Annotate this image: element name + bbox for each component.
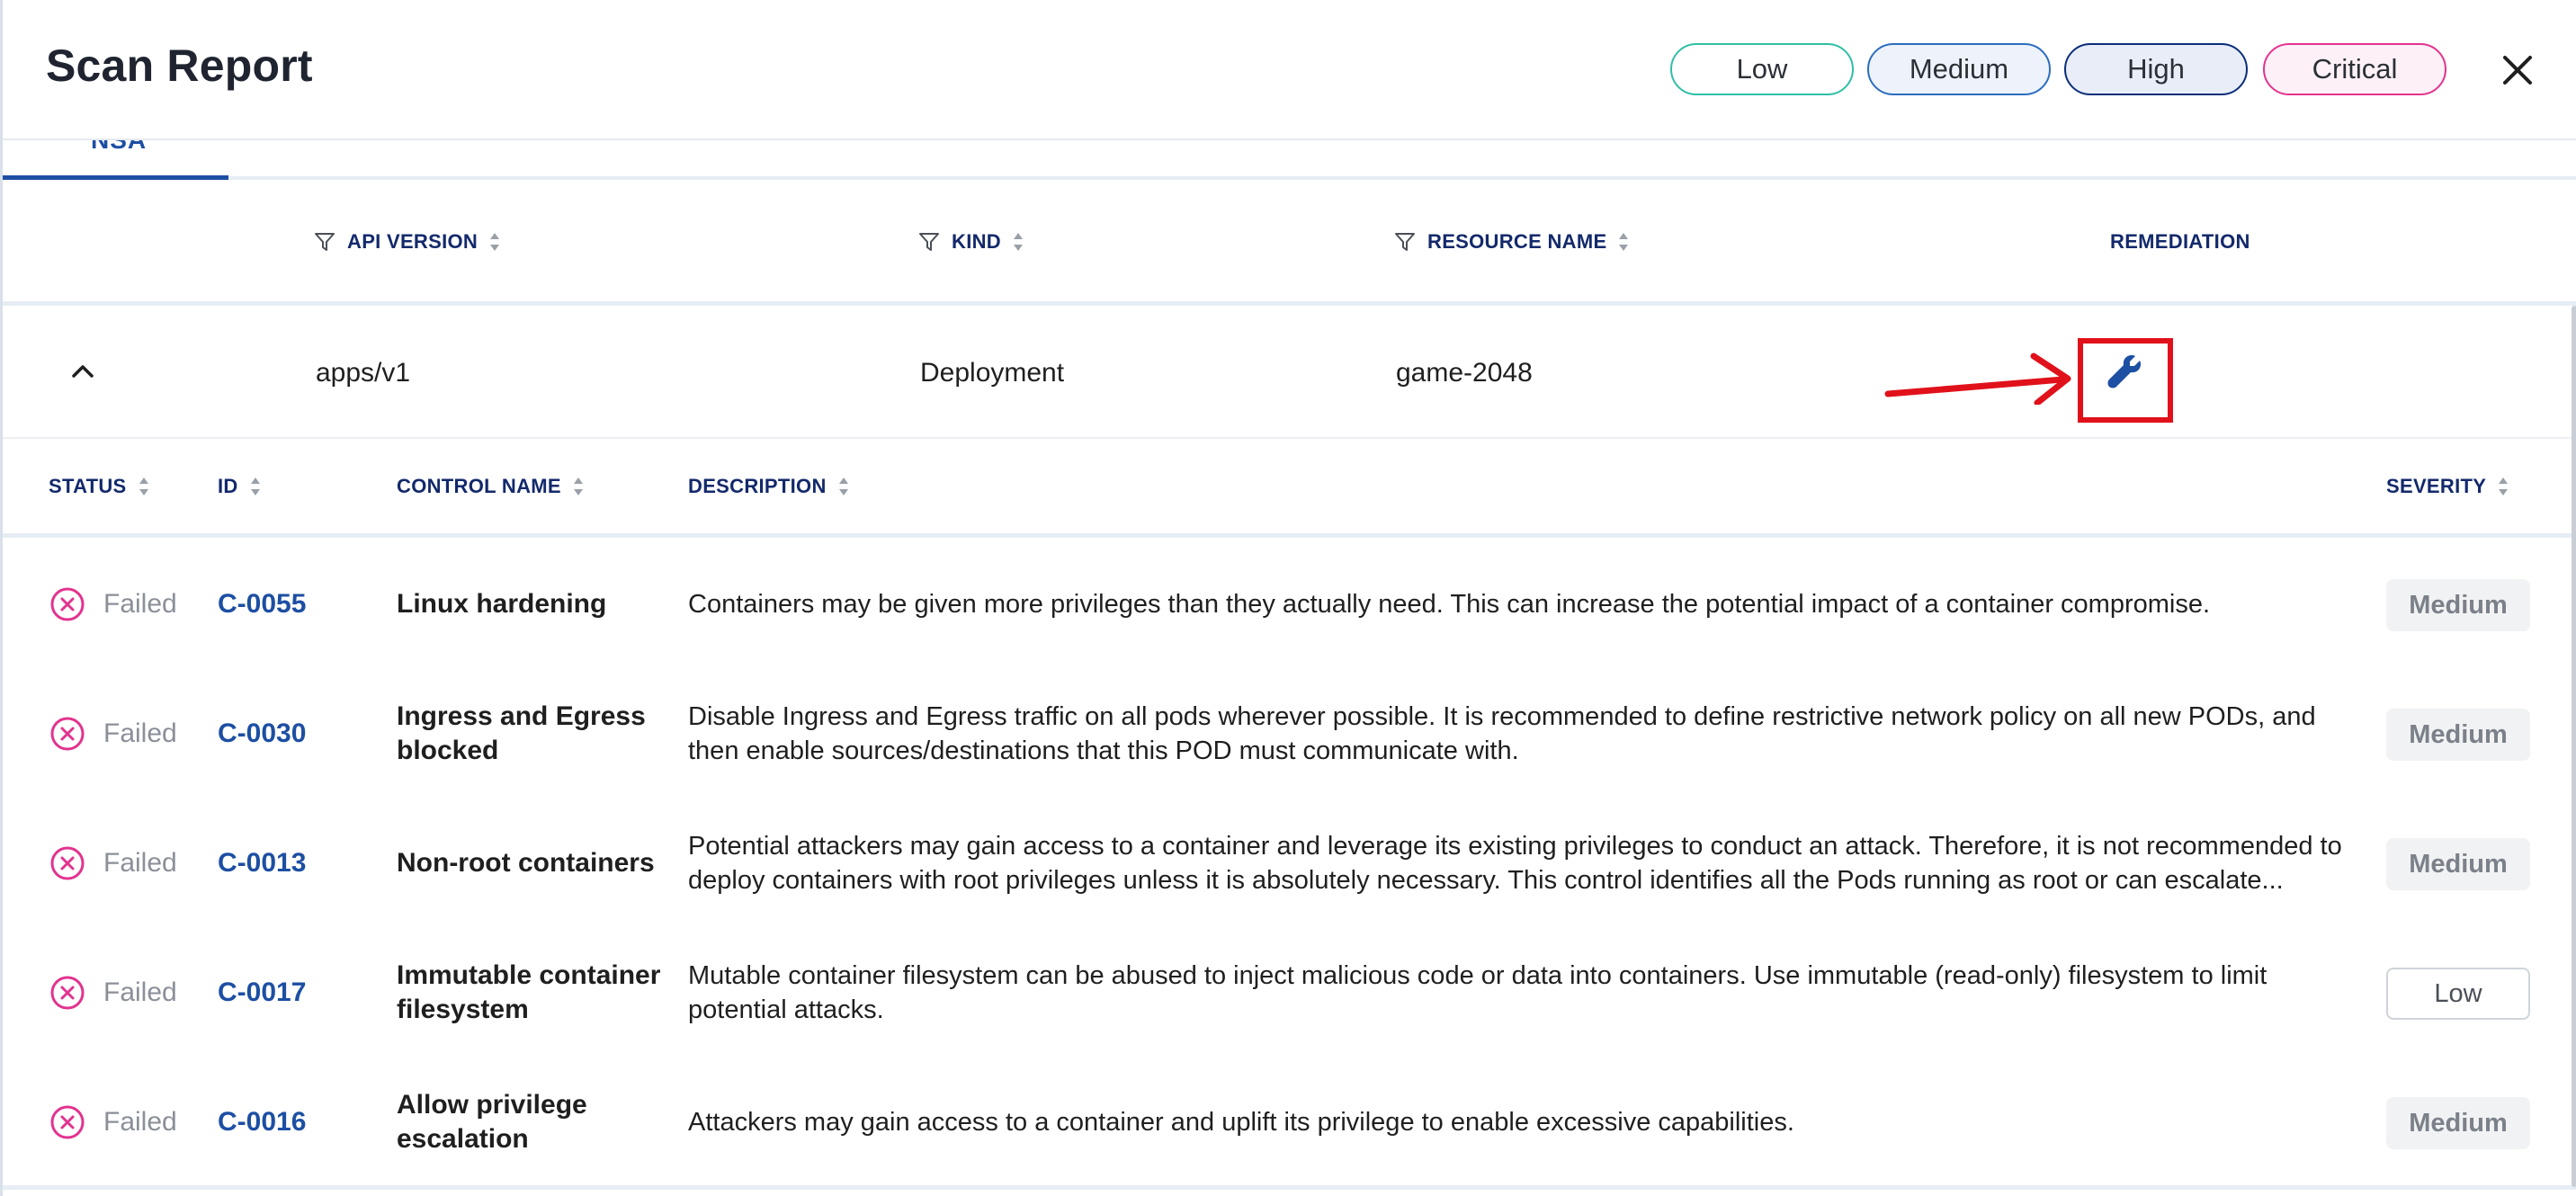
column-kind[interactable]: KIND (917, 230, 1024, 254)
control-name: Allow privilege escalation (397, 1090, 587, 1154)
failed-icon (50, 717, 85, 751)
column-remediation-label: REMEDIATION (2110, 230, 2250, 253)
framework-tabs: NSA (3, 140, 2576, 180)
sort-icon[interactable] (1617, 230, 1630, 254)
control-name: Non-root containers (397, 848, 655, 878)
severity-badge: Medium (2386, 579, 2530, 631)
resource-row[interactable]: apps/v1 Deployment game-2048 (3, 306, 2576, 439)
severity-badge: Medium (2386, 1097, 2530, 1149)
column-severity-label: SEVERITY (2386, 475, 2487, 497)
status-label: Failed (103, 848, 177, 878)
control-description: Attackers may gain access to a container… (688, 1108, 1794, 1137)
failed-icon (50, 846, 85, 880)
filter-icon[interactable] (313, 230, 336, 254)
filter-high-button[interactable]: High (2064, 43, 2248, 95)
filter-medium-button[interactable]: Medium (1867, 43, 2051, 95)
column-resource-name[interactable]: RESOURCE NAME (1393, 230, 1630, 254)
severity-badge: Medium (2386, 709, 2530, 761)
sort-icon[interactable] (837, 475, 850, 498)
annotation-arrow (1884, 353, 2071, 405)
column-description-label: DESCRIPTION (688, 475, 827, 497)
control-description: Mutable container filesystem can be abus… (688, 961, 2267, 1024)
column-remediation: REMEDIATION (2110, 230, 2250, 254)
control-name: Ingress and Egress blocked (397, 701, 646, 765)
status-cell: Failed (49, 540, 177, 669)
control-name: Immutable container filesystem (397, 960, 661, 1024)
status-cell: Failed (49, 1058, 177, 1187)
column-control-name[interactable]: CONTROL NAME (397, 475, 585, 498)
kind-cell: Deployment (920, 358, 1065, 388)
column-resource-name-label: RESOURCE NAME (1427, 230, 1607, 253)
api-version-cell: apps/v1 (316, 358, 411, 388)
status-label: Failed (103, 718, 177, 748)
column-kind-label: KIND (952, 230, 1001, 253)
failed-icon (50, 1105, 85, 1139)
column-api-version[interactable]: API VERSION (313, 230, 501, 254)
filter-critical-button[interactable]: Critical (2263, 43, 2446, 95)
tab-nsa[interactable]: NSA (3, 140, 228, 180)
table-row[interactable]: Failed C-0017 Immutable container filesy… (3, 928, 2576, 1058)
sort-icon[interactable] (572, 475, 585, 498)
column-id[interactable]: ID (218, 475, 262, 498)
vertical-scrollbar[interactable] (2572, 306, 2576, 1187)
status-cell: Failed (49, 799, 177, 928)
control-name: Linux hardening (397, 589, 607, 619)
sort-icon[interactable] (1012, 230, 1024, 254)
table-bottom-divider (3, 1185, 2576, 1190)
control-id-link[interactable]: C-0017 (218, 928, 306, 1058)
column-control-name-label: CONTROL NAME (397, 475, 561, 497)
control-description: Containers may be given more privileges … (688, 590, 2211, 619)
sort-icon[interactable] (2497, 475, 2509, 498)
control-id-link[interactable]: C-0055 (218, 540, 306, 669)
filter-icon[interactable] (1393, 230, 1417, 254)
column-description[interactable]: DESCRIPTION (688, 475, 850, 498)
table-row[interactable]: Failed C-0016 Allow privilege escalation… (3, 1058, 2576, 1187)
status-label: Failed (103, 589, 177, 619)
control-description: Potential attackers may gain access to a… (688, 832, 2342, 895)
page-title: Scan Report (46, 40, 313, 91)
report-header: Scan Report Low Medium High Critical (3, 0, 2576, 140)
table-row[interactable]: Failed C-0013 Non-root containers Potent… (3, 799, 2576, 928)
status-cell: Failed (49, 669, 177, 799)
column-status-label: STATUS (49, 475, 127, 497)
sort-icon[interactable] (138, 475, 150, 498)
filter-icon[interactable] (917, 230, 941, 254)
resource-table-header: API VERSION KIND RESOURCE NAME REMEDIATI… (3, 180, 2576, 306)
sort-icon[interactable] (249, 475, 262, 498)
control-description: Disable Ingress and Egress traffic on al… (688, 702, 2316, 765)
control-id-link[interactable]: C-0016 (218, 1058, 306, 1187)
control-id-link[interactable]: C-0013 (218, 799, 306, 928)
failed-icon (50, 587, 85, 621)
status-cell: Failed (49, 928, 177, 1058)
column-id-label: ID (218, 475, 238, 497)
resource-name-cell: game-2048 (1396, 358, 1533, 388)
severity-badge: Low (2386, 968, 2530, 1020)
status-label: Failed (103, 977, 177, 1007)
tab-nsa-label: NSA (91, 140, 147, 155)
filter-low-button[interactable]: Low (1670, 43, 1854, 95)
failed-icon (50, 976, 85, 1010)
table-row[interactable]: Failed C-0030 Ingress and Egress blocked… (3, 669, 2576, 799)
column-severity[interactable]: SEVERITY (2386, 475, 2509, 498)
severity-badge: Medium (2386, 838, 2530, 890)
controls-table-header: STATUS ID CONTROL NAME DESCRIPTION SEVER… (3, 439, 2576, 538)
close-button[interactable] (2494, 47, 2541, 94)
wrench-icon[interactable] (2105, 352, 2144, 391)
scan-report-page: Scan Report Low Medium High Critical NSA… (0, 0, 2576, 1196)
column-status[interactable]: STATUS (49, 475, 150, 498)
status-label: Failed (103, 1107, 177, 1137)
chevron-up-icon[interactable] (67, 356, 98, 387)
table-row[interactable]: Failed C-0055 Linux hardening Containers… (3, 540, 2576, 669)
control-id-link[interactable]: C-0030 (218, 669, 306, 799)
close-icon (2503, 56, 2532, 85)
sort-icon[interactable] (488, 230, 501, 254)
column-api-version-label: API VERSION (347, 230, 479, 253)
